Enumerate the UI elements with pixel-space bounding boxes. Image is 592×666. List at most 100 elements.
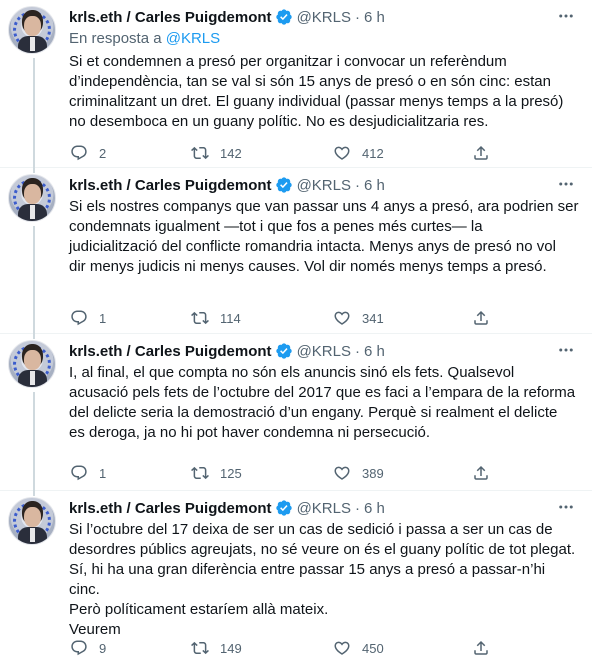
tweet-actions: 9 149 450 — [70, 638, 500, 658]
tweet-text-line: Però políticament estaríem allà mateix. — [69, 601, 329, 618]
retweet-button[interactable]: 149 — [191, 638, 242, 658]
retweet-count: 125 — [220, 465, 242, 481]
separator-dot: · — [354, 8, 360, 26]
tweet-text-line: acusació pels fets de l’octubre del 2017… — [69, 384, 576, 401]
separator-dot: · — [354, 499, 360, 517]
tweet-actions: 1 125 389 — [70, 463, 500, 483]
like-count: 389 — [362, 465, 384, 481]
thread-connector — [33, 168, 35, 173]
tweet-text-line: d’independència, tan se val si són 15 an… — [69, 73, 551, 90]
tweet-text-line: no desemboca en un guany polític. No es … — [69, 113, 489, 130]
reply-count: 9 — [99, 640, 107, 656]
retweet-icon — [191, 641, 209, 655]
tweet-text-line: judicialització del conflicte romandria … — [69, 238, 556, 255]
tweet-header: krls.eth / Carles Puigdemont @KRLS · 6 h — [69, 341, 385, 361]
thread-connector — [33, 334, 35, 339]
avatar[interactable] — [8, 6, 56, 54]
more-icon — [559, 14, 573, 18]
more-icon — [559, 182, 573, 186]
more-button[interactable] — [556, 340, 576, 360]
like-icon — [334, 311, 350, 325]
verified-badge-icon — [275, 177, 292, 193]
reply-button[interactable]: 1 — [70, 463, 106, 483]
verified-badge-icon — [275, 500, 292, 516]
tweet-text-line: es deroga, ja no hi pot haver condemna n… — [69, 424, 431, 441]
tweet-text-line: Veurem — [69, 621, 121, 638]
retweet-icon — [191, 311, 209, 325]
share-icon — [474, 145, 488, 160]
reply-icon — [71, 640, 87, 656]
like-button[interactable]: 389 — [333, 463, 384, 483]
author-handle[interactable]: @KRLS — [297, 343, 351, 360]
like-count: 341 — [362, 310, 384, 326]
reply-button[interactable]: 2 — [70, 143, 106, 163]
retweet-button[interactable]: 125 — [191, 463, 242, 483]
retweet-icon — [191, 146, 209, 160]
reply-icon — [71, 310, 87, 326]
reply-count: 1 — [99, 310, 107, 326]
author-name[interactable]: krls.eth / Carles Puigdemont — [69, 500, 272, 517]
share-button[interactable] — [472, 143, 490, 163]
tweet-text-line: Si els nostres companys que van passar u… — [69, 198, 579, 215]
reply-icon — [71, 465, 87, 481]
avatar[interactable] — [8, 340, 56, 388]
separator-dot: · — [354, 176, 360, 194]
verified-badge-icon — [275, 343, 292, 359]
tweet-text-line: Sí, hi ha una gran diferència entre pass… — [69, 561, 546, 598]
reply-button[interactable]: 9 — [70, 638, 106, 658]
reply-count: 1 — [99, 465, 107, 481]
tweet-4[interactable]: krls.eth / Carles Puigdemont @KRLS · 6 h… — [0, 491, 592, 666]
more-button[interactable] — [556, 497, 576, 517]
reply-handle-link[interactable]: @KRLS — [166, 30, 220, 47]
reply-icon — [71, 145, 87, 161]
more-icon — [559, 505, 573, 509]
thread-connector — [33, 392, 35, 491]
tweet-text: Si et condemnen a presó per organitzar i… — [69, 52, 580, 132]
tweet-text: Si l’octubre del 17 deixa de ser un cas … — [69, 520, 580, 640]
retweet-button[interactable]: 114 — [191, 308, 241, 328]
tweet-3[interactable]: krls.eth / Carles Puigdemont @KRLS · 6 h… — [0, 334, 592, 491]
tweet-2[interactable]: krls.eth / Carles Puigdemont @KRLS · 6 h… — [0, 168, 592, 334]
author-name[interactable]: krls.eth / Carles Puigdemont — [69, 177, 272, 194]
more-button[interactable] — [556, 174, 576, 194]
like-button[interactable]: 341 — [333, 308, 384, 328]
timestamp[interactable]: 6 h — [364, 343, 385, 360]
avatar[interactable] — [8, 497, 56, 545]
tweet-text: Si els nostres companys que van passar u… — [69, 197, 580, 277]
author-name[interactable]: krls.eth / Carles Puigdemont — [69, 343, 272, 360]
reply-prefix: En resposta a — [69, 30, 166, 47]
timestamp[interactable]: 6 h — [364, 500, 385, 517]
like-button[interactable]: 412 — [333, 143, 384, 163]
tweet-1[interactable]: krls.eth / Carles Puigdemont @KRLS · 6 h… — [0, 0, 592, 168]
like-count: 412 — [362, 145, 384, 161]
author-handle[interactable]: @KRLS — [297, 9, 351, 26]
more-icon — [559, 348, 573, 352]
timestamp[interactable]: 6 h — [364, 177, 385, 194]
author-name[interactable]: krls.eth / Carles Puigdemont — [69, 9, 272, 26]
tweet-text-line: Si et condemnen a presó per organitzar i… — [69, 53, 507, 70]
tweet-text-line: I, al final, el que compta no són els an… — [69, 364, 515, 381]
author-handle[interactable]: @KRLS — [297, 500, 351, 517]
tweet-header: krls.eth / Carles Puigdemont @KRLS · 6 h — [69, 175, 385, 195]
timestamp[interactable]: 6 h — [364, 9, 385, 26]
more-button[interactable] — [556, 6, 576, 26]
share-button[interactable] — [472, 638, 490, 658]
verified-badge-icon — [275, 9, 292, 25]
share-button[interactable] — [472, 308, 490, 328]
thread-connector — [33, 226, 35, 334]
retweet-count: 114 — [220, 310, 241, 326]
author-handle[interactable]: @KRLS — [297, 177, 351, 194]
share-icon — [474, 465, 488, 480]
reply-button[interactable]: 1 — [70, 308, 106, 328]
tweet-thread: krls.eth / Carles Puigdemont @KRLS · 6 h… — [0, 0, 592, 666]
share-button[interactable] — [472, 463, 490, 483]
tweet-actions: 2 142 412 — [70, 143, 500, 163]
tweet-text-line: condemnats igualment —tot i que fos a pe… — [69, 218, 483, 235]
reply-count: 2 — [99, 145, 107, 161]
like-icon — [334, 641, 350, 655]
like-button[interactable]: 450 — [333, 638, 384, 658]
retweet-button[interactable]: 142 — [191, 143, 242, 163]
avatar[interactable] — [8, 174, 56, 222]
retweet-count: 149 — [220, 640, 242, 656]
separator-dot: · — [354, 342, 360, 360]
